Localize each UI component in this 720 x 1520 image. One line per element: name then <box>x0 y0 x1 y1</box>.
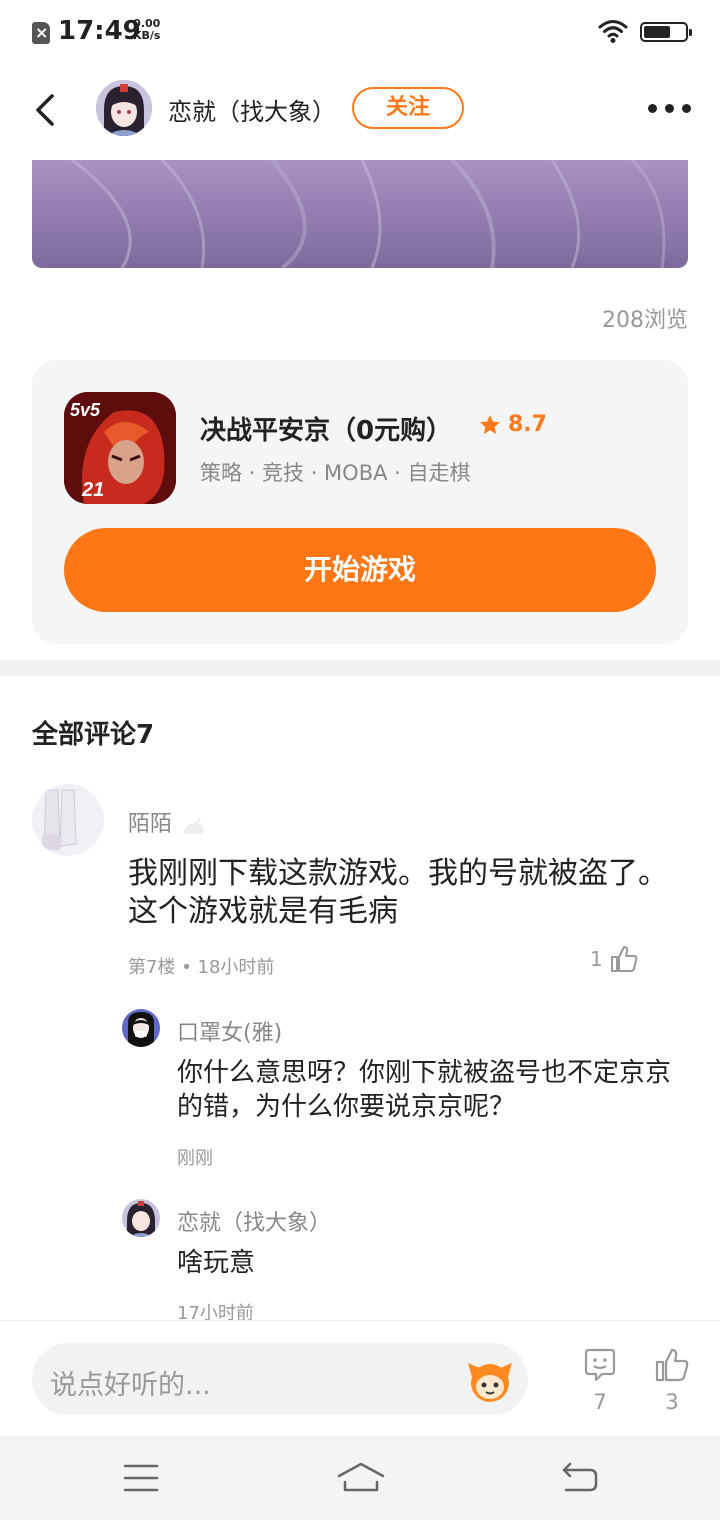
comment-floor: 第7楼 <box>128 957 176 978</box>
comment-meta: 第7楼 • 18小时前 <box>128 957 275 978</box>
game-app-icon[interactable]: 5v5 21 <box>64 392 176 504</box>
post-image[interactable] <box>32 160 688 268</box>
status-time: 17:49 <box>58 16 141 46</box>
reply-avatar[interactable] <box>122 1009 160 1047</box>
return-icon[interactable] <box>560 1460 600 1496</box>
system-nav-bar <box>0 1436 720 1520</box>
start-game-button[interactable]: 开始游戏 <box>64 528 656 612</box>
follow-button[interactable]: 关注 <box>352 87 464 129</box>
comment-time: 18小时前 <box>197 957 275 978</box>
back-chevron-icon[interactable] <box>30 88 66 132</box>
post-header: 恋就（找大象） 关注 <box>0 64 720 154</box>
author-avatar[interactable] <box>96 80 152 136</box>
unicorn-badge-icon <box>183 816 204 834</box>
comment-bubble-icon[interactable] <box>582 1347 618 1383</box>
reply-author[interactable]: 恋就（找大象） <box>177 1205 331 1237</box>
svg-text:5v5: 5v5 <box>70 400 101 420</box>
net-speed: 0.00 KB/s <box>133 18 160 42</box>
home-icon[interactable] <box>336 1460 386 1496</box>
game-card[interactable]: 5v5 21 决战平安京（0元购） 8.7 策略 · 竞技 · MOBA · 自… <box>32 360 688 644</box>
star-icon <box>480 414 500 434</box>
svg-text:21: 21 <box>81 479 104 501</box>
reply-avatar[interactable] <box>122 1199 160 1237</box>
commenter-avatar[interactable] <box>32 784 104 856</box>
no-sim-icon <box>32 22 50 44</box>
reply-text: 你什么意思呀？你刚下就被盗号也不定京京的错，为什么你要说京京呢？ <box>177 1058 672 1122</box>
game-tags: 策略 · 竞技 · MOBA · 自走棋 <box>200 461 471 485</box>
reply-author[interactable]: 口罩女(雅) <box>177 1015 282 1047</box>
comment-input-bar: 说点好听的... 7 3 <box>0 1320 720 1436</box>
thumb-up-icon[interactable] <box>654 1347 690 1383</box>
comment-like-button[interactable]: 1 <box>590 944 639 974</box>
reply-time: 刚刚 <box>177 1148 213 1169</box>
wifi-icon <box>598 20 628 43</box>
comment-text: 我刚刚下载这款游戏。我的号就被盗了。这个游戏就是有毛病 <box>128 856 668 929</box>
like-count: 3 <box>665 1390 679 1414</box>
comment-count: 7 <box>593 1390 607 1414</box>
section-divider <box>0 660 720 676</box>
comment-author-name: 陌陌 <box>128 812 173 837</box>
net-speed-unit: KB/s <box>133 29 161 42</box>
menu-icon[interactable] <box>121 1460 161 1496</box>
view-count: 208浏览 <box>602 308 688 333</box>
comment-input-placeholder: 说点好听的... <box>50 1370 211 1401</box>
game-rating: 8.7 <box>478 412 547 437</box>
comments-heading: 全部评论7 <box>32 720 155 750</box>
comment-input[interactable]: 说点好听的... <box>32 1343 528 1415</box>
status-bar: 17:49 0.00 KB/s <box>0 0 720 64</box>
rating-value: 8.7 <box>508 412 547 437</box>
more-dots-icon[interactable] <box>648 104 692 114</box>
reply-text: 啥玩意 <box>177 1248 256 1278</box>
thumb-up-icon <box>610 946 637 972</box>
battery-icon <box>640 22 692 42</box>
comment-author[interactable]: 陌陌 <box>128 806 207 838</box>
author-name[interactable]: 恋就（找大象） <box>168 92 336 127</box>
comment-like-count: 1 <box>590 947 603 971</box>
game-title[interactable]: 决战平安京（0元购） <box>200 410 452 447</box>
mascot-emoji-icon[interactable] <box>466 1357 514 1405</box>
